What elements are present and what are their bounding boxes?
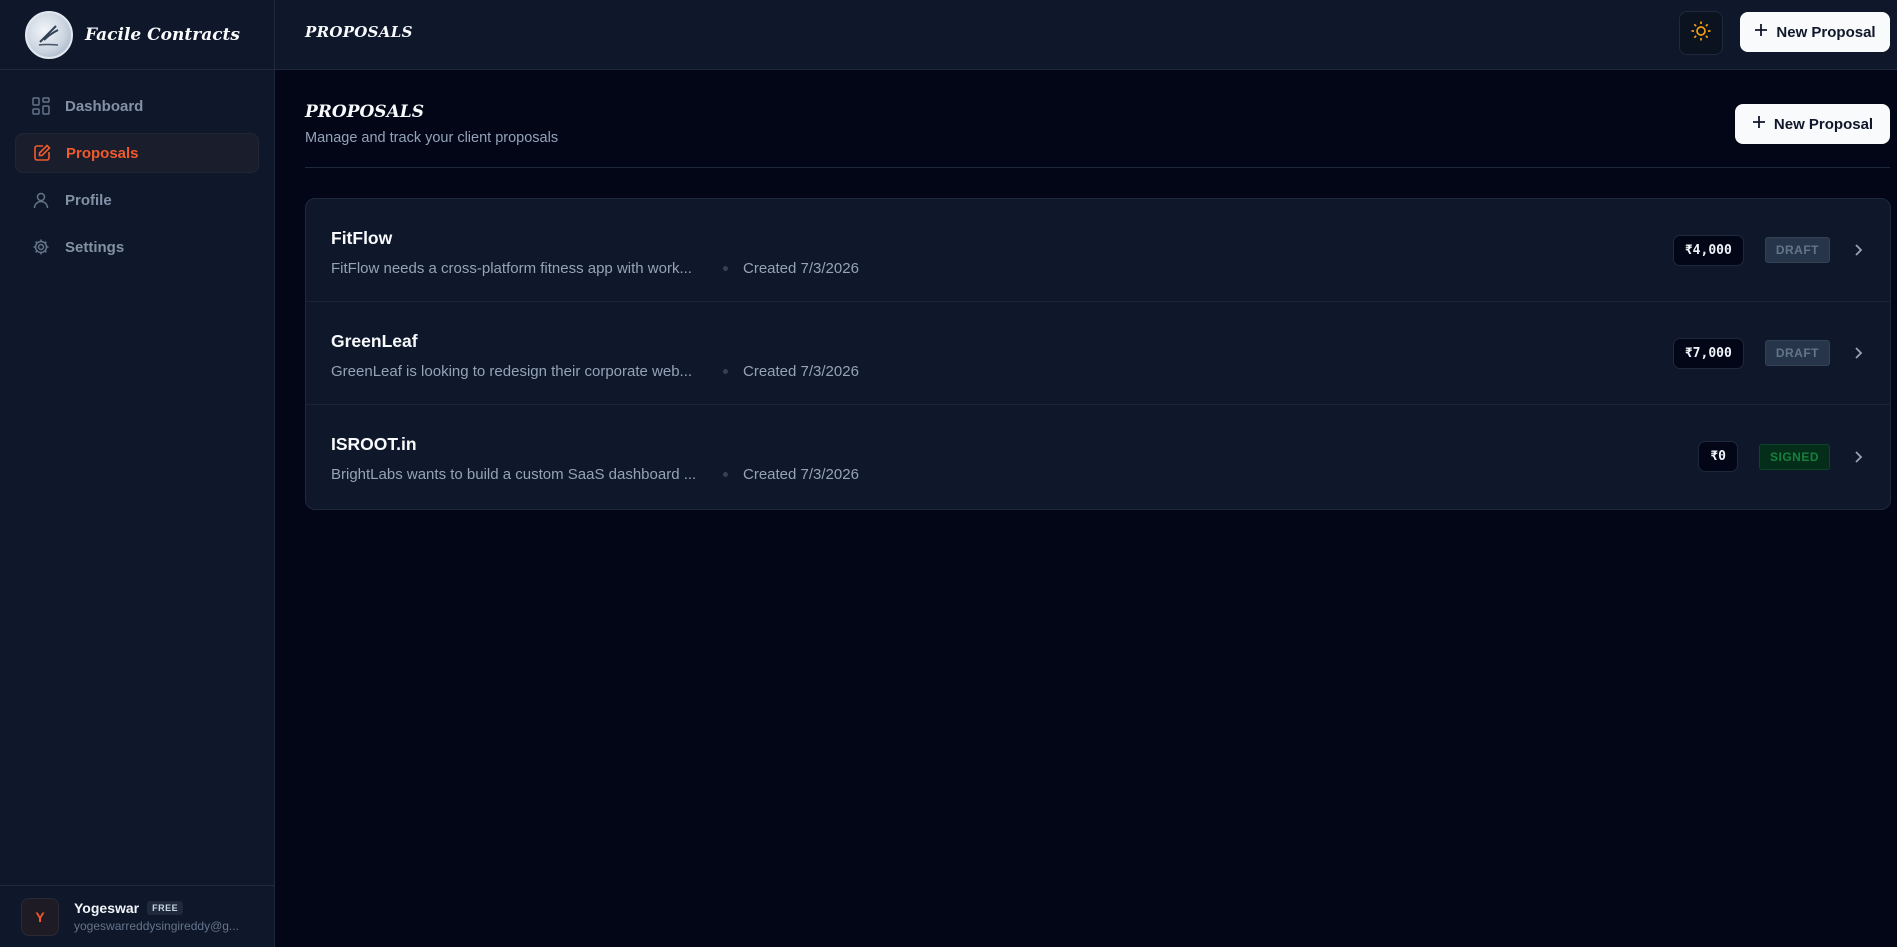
- new-proposal-label: New Proposal: [1776, 23, 1876, 41]
- separator-dot: [723, 369, 728, 374]
- page-subtitle: Manage and track your client proposals: [305, 130, 559, 146]
- theme-toggle-button[interactable]: [1679, 11, 1723, 55]
- proposal-created: Created 7/3/2026: [743, 260, 859, 277]
- new-proposal-button[interactable]: New Proposal: [1735, 104, 1890, 144]
- chevron-right-icon[interactable]: [1851, 243, 1865, 257]
- plus-icon: [1754, 23, 1768, 41]
- divider: [305, 167, 1890, 168]
- proposal-description: FitFlow needs a cross-platform fitness a…: [331, 260, 692, 277]
- proposal-amount: ₹7,000: [1672, 337, 1744, 369]
- sidebar-item-settings[interactable]: Settings: [15, 227, 259, 267]
- logo-icon: [25, 10, 73, 59]
- sidebar-item-proposals[interactable]: Proposals: [15, 133, 259, 173]
- proposal-meta: BrightLabs wants to build a custom SaaS …: [331, 466, 859, 483]
- proposal-list: FitFlow FitFlow needs a cross-platform f…: [305, 198, 1891, 510]
- dashboard-icon: [31, 96, 51, 116]
- proposal-meta: FitFlow needs a cross-platform fitness a…: [331, 260, 859, 277]
- user-panel[interactable]: Y Yogeswar FREE yogeswarreddysingireddy@…: [0, 885, 275, 947]
- status-badge: DRAFT: [1764, 340, 1830, 366]
- edit-document-icon: [32, 143, 52, 163]
- status-badge: SIGNED: [1758, 443, 1830, 470]
- proposal-row[interactable]: ISROOT.in BrightLabs wants to build a cu…: [306, 405, 1890, 508]
- page-title: PROPOSALS: [305, 102, 425, 122]
- new-proposal-label: New Proposal: [1773, 115, 1874, 133]
- proposal-title: ISROOT.in: [331, 434, 417, 454]
- main-content: PROPOSALS Manage and track your client p…: [275, 70, 1897, 947]
- separator-dot: [723, 266, 728, 271]
- proposal-row[interactable]: FitFlow FitFlow needs a cross-platform f…: [306, 199, 1890, 302]
- sidebar-item-label: Dashboard: [65, 97, 144, 115]
- brand[interactable]: Facile Contracts: [0, 0, 274, 70]
- sidebar-item-label: Profile: [65, 191, 112, 209]
- proposal-row[interactable]: GreenLeaf GreenLeaf is looking to redesi…: [306, 302, 1890, 405]
- topbar: PROPOSALS New Proposal: [275, 0, 1897, 70]
- separator-dot: [723, 472, 728, 477]
- proposal-actions: ₹4,000 DRAFT: [1672, 199, 1865, 301]
- proposal-description: GreenLeaf is looking to redesign their c…: [331, 363, 693, 380]
- sidebar-nav: Dashboard Proposals Profile Settings: [0, 70, 274, 290]
- sidebar-item-profile[interactable]: Profile: [15, 180, 259, 220]
- sidebar-item-label: Settings: [65, 238, 125, 256]
- proposal-title: FitFlow: [331, 228, 393, 248]
- topbar-title: PROPOSALS: [305, 23, 413, 41]
- app-name: Facile Contracts: [85, 24, 240, 45]
- user-email: yogeswarreddysingireddy@g...: [74, 919, 239, 933]
- sidebar-item-label: Proposals: [66, 144, 139, 162]
- proposal-amount: ₹0: [1698, 441, 1738, 472]
- proposal-description: BrightLabs wants to build a custom SaaS …: [331, 466, 697, 483]
- proposal-created: Created 7/3/2026: [743, 466, 859, 483]
- proposal-actions: ₹7,000 DRAFT: [1672, 302, 1865, 404]
- user-icon: [31, 190, 51, 210]
- proposal-amount: ₹4,000: [1672, 234, 1744, 266]
- plan-badge: FREE: [147, 901, 184, 915]
- proposal-meta: GreenLeaf is looking to redesign their c…: [331, 363, 859, 380]
- avatar: Y: [21, 897, 59, 936]
- plus-icon: [1752, 115, 1766, 133]
- sidebar-item-dashboard[interactable]: Dashboard: [15, 86, 259, 126]
- proposal-created: Created 7/3/2026: [743, 363, 859, 380]
- user-name: Yogeswar: [74, 900, 140, 916]
- user-info: Yogeswar FREE yogeswarreddysingireddy@g.…: [74, 900, 254, 933]
- chevron-right-icon[interactable]: [1851, 346, 1865, 360]
- status-badge: DRAFT: [1764, 237, 1830, 263]
- sidebar: Facile Contracts Dashboard Proposals Pro…: [0, 0, 275, 947]
- chevron-right-icon[interactable]: [1851, 450, 1865, 464]
- proposal-title: GreenLeaf: [331, 331, 418, 351]
- proposal-actions: ₹0 SIGNED: [1698, 405, 1865, 508]
- gear-icon: [31, 237, 51, 257]
- sun-icon: [1690, 20, 1712, 47]
- new-proposal-button[interactable]: New Proposal: [1740, 12, 1890, 52]
